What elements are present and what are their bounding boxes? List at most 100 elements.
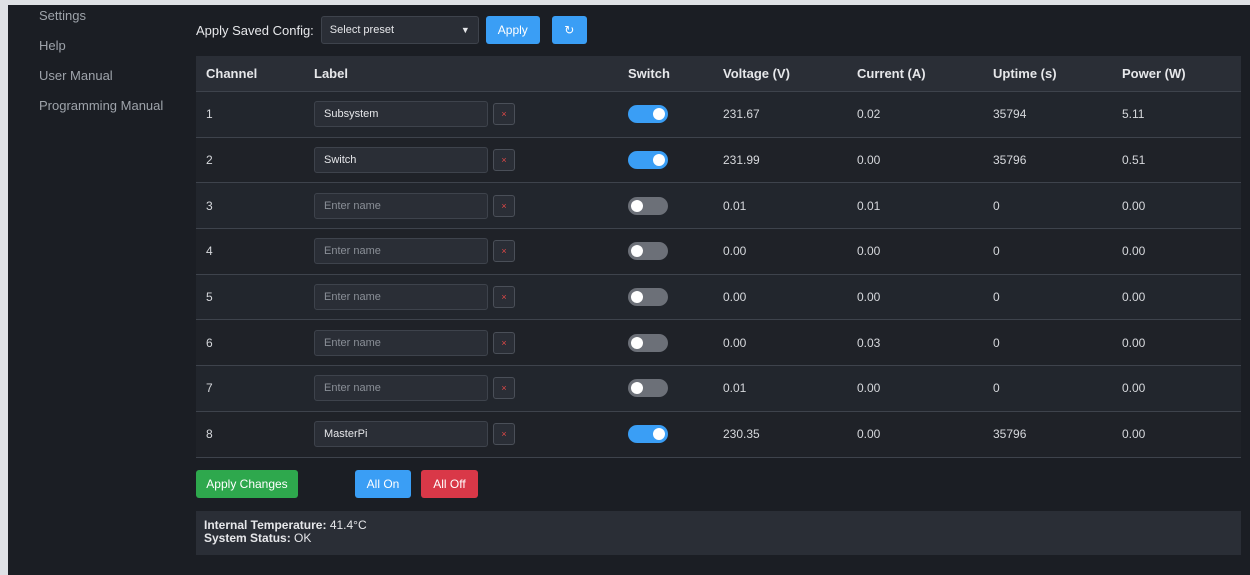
header-channel: Channel xyxy=(206,66,258,81)
power-value: 0.00 xyxy=(1122,290,1146,305)
action-buttons: Apply Changes All On All Off xyxy=(196,470,478,498)
toggle-knob xyxy=(631,245,643,258)
channel-number: 1 xyxy=(206,107,213,122)
current-value: 0.01 xyxy=(857,198,881,213)
apply-changes-button[interactable]: Apply Changes xyxy=(196,470,298,498)
system-status-label: System Status: xyxy=(204,531,291,545)
header-uptime: Uptime (s) xyxy=(993,66,1057,81)
uptime-value: 0 xyxy=(993,244,1000,259)
clear-label-icon[interactable]: × xyxy=(493,286,515,309)
toggle-knob xyxy=(653,108,665,121)
clear-label-icon[interactable]: × xyxy=(493,194,515,217)
refresh-icon[interactable]: ↻ xyxy=(551,16,587,44)
label-input[interactable]: Switch xyxy=(314,147,488,174)
label-input[interactable]: Enter name xyxy=(314,192,488,219)
config-row: Apply Saved Config: Select preset ▼ Appl… xyxy=(196,15,587,45)
channel-switch-toggle[interactable] xyxy=(628,379,668,398)
sidebar-item-programming-manual[interactable]: Programming Manual xyxy=(8,96,180,126)
clear-label-icon[interactable]: × xyxy=(493,331,515,354)
current-value: 0.00 xyxy=(857,381,881,396)
uptime-value: 35796 xyxy=(993,153,1027,168)
sidebar-item-help[interactable]: Help xyxy=(8,36,180,66)
uptime-value: 0 xyxy=(993,198,1000,213)
toggle-knob xyxy=(653,428,665,441)
label-input[interactable]: MasterPi xyxy=(314,421,488,448)
table-row: 1 Subsystem × 231.67 0.02 35794 5.11 xyxy=(196,92,1241,138)
current-value: 0.00 xyxy=(857,244,881,259)
main-panel: Apply Saved Config: Select preset ▼ Appl… xyxy=(180,5,1250,575)
power-value: 5.11 xyxy=(1122,107,1145,122)
channel-number: 2 xyxy=(206,153,213,168)
voltage-value: 231.67 xyxy=(723,107,760,122)
voltage-value: 0.01 xyxy=(723,381,747,396)
channel-switch-toggle[interactable] xyxy=(628,288,668,307)
channel-switch-toggle[interactable] xyxy=(628,333,668,352)
label-input[interactable]: Subsystem xyxy=(314,101,488,128)
label-input[interactable]: Enter name xyxy=(314,284,488,311)
preset-select-value: Select preset xyxy=(329,24,394,36)
clear-label-icon[interactable]: × xyxy=(493,149,515,172)
voltage-value: 0.00 xyxy=(723,244,747,259)
voltage-value: 231.99 xyxy=(723,153,760,168)
channel-switch-toggle[interactable] xyxy=(628,105,668,124)
current-value: 0.03 xyxy=(857,335,881,350)
toggle-knob xyxy=(631,336,643,349)
header-label: Label xyxy=(314,66,348,81)
all-on-button[interactable]: All On xyxy=(355,470,411,498)
clear-label-icon[interactable]: × xyxy=(493,240,515,263)
system-status-value: OK xyxy=(294,531,312,545)
power-value: 0.00 xyxy=(1122,198,1146,213)
power-value: 0.00 xyxy=(1122,381,1146,396)
voltage-value: 0.00 xyxy=(723,290,747,305)
table-body: 1 Subsystem × 231.67 0.02 35794 5.11 2 Switch × 23… xyxy=(196,92,1241,458)
uptime-value: 0 xyxy=(993,381,1000,396)
table-row: 4 Enter name × 0.00 0.00 0 0.00 xyxy=(196,229,1241,275)
channel-number: 6 xyxy=(206,335,213,350)
config-label: Apply Saved Config: xyxy=(196,22,314,38)
channel-number: 8 xyxy=(206,427,213,442)
voltage-value: 0.01 xyxy=(723,198,747,213)
temperature-line: Internal Temperature: 41.4°C xyxy=(204,519,1233,532)
uptime-value: 35794 xyxy=(993,107,1027,122)
temperature-value: 41.4°C xyxy=(329,518,367,532)
channel-number: 4 xyxy=(206,244,213,259)
table-row: 2 Switch × 231.99 0.00 35796 0.51 xyxy=(196,137,1241,184)
preset-select[interactable]: Select preset ▼ xyxy=(320,16,479,44)
channel-switch-toggle[interactable] xyxy=(628,196,668,215)
table-row: 5 Enter name × 0.00 0.00 0 0.00 xyxy=(196,274,1241,321)
chevron-down-icon: ▼ xyxy=(460,25,470,35)
clear-label-icon[interactable]: × xyxy=(493,423,515,446)
apply-config-button[interactable]: Apply xyxy=(485,16,540,44)
sidebar-item-user-manual[interactable]: User Manual xyxy=(8,66,180,96)
power-value: 0.00 xyxy=(1122,335,1146,350)
label-input[interactable]: Enter name xyxy=(314,329,488,356)
current-value: 0.00 xyxy=(857,290,881,305)
channel-number: 5 xyxy=(206,290,213,305)
current-value: 0.00 xyxy=(857,153,881,168)
label-input[interactable]: Enter name xyxy=(314,238,488,265)
label-input[interactable]: Enter name xyxy=(314,375,488,402)
header-power: Power (W) xyxy=(1122,66,1186,81)
channel-switch-toggle[interactable] xyxy=(628,425,668,444)
channel-switch-toggle[interactable] xyxy=(628,151,668,170)
sidebar-item-settings[interactable]: Settings xyxy=(8,6,180,36)
voltage-value: 230.35 xyxy=(723,427,760,442)
power-value: 0.00 xyxy=(1122,244,1146,259)
temperature-label: Internal Temperature: xyxy=(204,518,327,532)
current-value: 0.00 xyxy=(857,427,881,442)
power-value: 0.51 xyxy=(1122,153,1146,168)
clear-label-icon[interactable]: × xyxy=(493,103,515,126)
clear-label-icon[interactable]: × xyxy=(493,377,515,400)
sidebar: Settings Help User Manual Programming Ma… xyxy=(8,5,180,575)
power-value: 0.00 xyxy=(1122,427,1146,442)
table-header: Channel Label Switch Voltage (V) Current… xyxy=(196,56,1241,92)
table-row: 7 Enter name × 0.01 0.00 0 0.00 xyxy=(196,366,1241,412)
toggle-knob xyxy=(631,382,643,395)
system-status-line: System Status: OK xyxy=(204,532,1233,545)
uptime-value: 0 xyxy=(993,335,1000,350)
channel-switch-toggle[interactable] xyxy=(628,242,668,261)
table-row: 8 MasterPi × 230.35 0.00 35796 0.00 xyxy=(196,411,1241,458)
toggle-knob xyxy=(653,154,665,167)
all-off-button[interactable]: All Off xyxy=(421,470,478,498)
voltage-value: 0.00 xyxy=(723,335,747,350)
